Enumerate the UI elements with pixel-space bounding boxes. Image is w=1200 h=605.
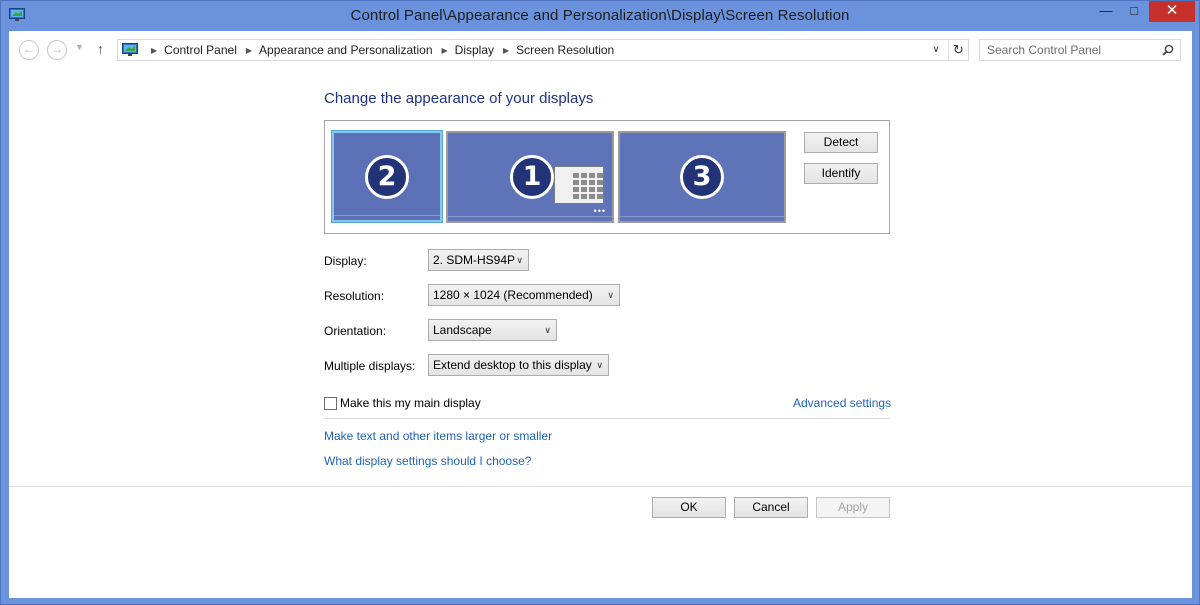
breadcrumb-control-panel[interactable]: Control Panel <box>164 43 237 57</box>
multiple-displays-select[interactable]: Extend desktop to this display ∨ <box>428 354 609 376</box>
search-icon[interactable] <box>1162 44 1174 56</box>
search-placeholder: Search Control Panel <box>987 43 1102 57</box>
identify-button[interactable]: Identify <box>804 163 878 184</box>
breadcrumb-separator-icon[interactable]: ▶ <box>442 46 448 55</box>
breadcrumb-separator-icon[interactable]: ▶ <box>151 46 157 55</box>
main-display-checkbox[interactable] <box>324 397 337 410</box>
address-dropdown-icon[interactable]: ∨ <box>926 42 946 58</box>
resolution-label: Resolution: <box>324 289 385 303</box>
main-display-grid-icon <box>554 166 604 204</box>
close-button[interactable]: ✕ <box>1149 1 1195 22</box>
more-options-icon: ••• <box>593 206 606 216</box>
monitor-1[interactable]: 1 ••• <box>446 131 614 223</box>
display-select[interactable]: 2. SDM-HS94P ∨ <box>428 249 529 271</box>
monitor-1-number: 1 <box>510 155 554 199</box>
cancel-button[interactable]: Cancel <box>734 497 808 518</box>
back-button[interactable]: ← <box>19 40 39 60</box>
display-label: Display: <box>324 254 367 268</box>
window-title: Control Panel\Appearance and Personaliza… <box>350 7 850 24</box>
orientation-label: Orientation: <box>324 324 387 338</box>
breadcrumb-separator-icon[interactable]: ▶ <box>503 46 509 55</box>
display-help-link[interactable]: What display settings should I choose? <box>324 454 531 468</box>
refresh-icon[interactable]: ↻ <box>948 40 968 60</box>
address-bar[interactable]: ▶ Control Panel ▶ Appearance and Personaliz… <box>117 39 969 61</box>
forward-button[interactable]: → <box>47 40 67 60</box>
monitor-3-number: 3 <box>680 155 724 199</box>
breadcrumb: ▶ Control Panel ▶ Appearance and Personaliz… <box>142 43 614 57</box>
section-divider <box>324 418 890 419</box>
up-button[interactable]: ↑ <box>97 41 104 57</box>
monitor-taskbar-line <box>620 216 784 217</box>
apply-button[interactable]: Apply <box>816 497 890 518</box>
maximize-button[interactable]: □ <box>1121 1 1147 22</box>
monitor-arrangement: 2 1 ••• 3 Detect Identify <box>324 120 890 234</box>
multiple-displays-label: Multiple displays: <box>324 359 416 373</box>
control-panel-content: ← → ▼ ↑ ▶ Control Panel ▶ Appearance and Pe… <box>9 31 1192 598</box>
control-panel-icon <box>122 43 138 56</box>
resolution-select-value: 1280 × 1024 (Recommended) <box>433 288 593 302</box>
orientation-select[interactable]: Landscape ∨ <box>428 319 557 341</box>
multiple-displays-select-value: Extend desktop to this display <box>433 358 592 372</box>
window-frame: Control Panel\Appearance and Personaliza… <box>0 0 1200 605</box>
detect-button[interactable]: Detect <box>804 132 878 153</box>
navigation-bar: ← → ▼ ↑ ▶ Control Panel ▶ Appearance and Pe… <box>9 31 1192 69</box>
monitor-3[interactable]: 3 <box>618 131 786 223</box>
monitor-2[interactable]: 2 <box>331 130 443 223</box>
chevron-down-icon: ∨ <box>596 360 603 370</box>
ok-button[interactable]: OK <box>652 497 726 518</box>
minimize-button[interactable]: — <box>1093 1 1119 22</box>
breadcrumb-separator-icon[interactable]: ▶ <box>246 46 252 55</box>
breadcrumb-appearance[interactable]: Appearance and Personalization <box>259 43 432 57</box>
recent-locations-button[interactable]: ▼ <box>75 42 84 52</box>
chevron-down-icon: ∨ <box>544 325 551 335</box>
footer-divider <box>9 486 1192 487</box>
monitor-2-number: 2 <box>365 155 409 199</box>
breadcrumb-screen-resolution[interactable]: Screen Resolution <box>516 43 614 57</box>
display-select-value: 2. SDM-HS94P <box>433 253 516 267</box>
text-size-link[interactable]: Make text and other items larger or smal… <box>324 429 552 443</box>
resolution-select[interactable]: 1280 × 1024 (Recommended) ∨ <box>428 284 620 306</box>
title-bar[interactable]: Control Panel\Appearance and Personaliza… <box>1 1 1199 31</box>
search-input[interactable]: Search Control Panel <box>979 39 1181 61</box>
chevron-down-icon: ∨ <box>607 290 614 300</box>
main-display-label[interactable]: Make this my main display <box>340 396 481 410</box>
advanced-settings-link[interactable]: Advanced settings <box>793 396 891 410</box>
monitor-taskbar-line <box>448 216 612 217</box>
orientation-select-value: Landscape <box>433 323 492 337</box>
page-title: Change the appearance of your displays <box>324 90 594 107</box>
monitor-taskbar-line <box>334 215 440 216</box>
breadcrumb-display[interactable]: Display <box>455 43 494 57</box>
chevron-down-icon: ∨ <box>516 255 523 265</box>
